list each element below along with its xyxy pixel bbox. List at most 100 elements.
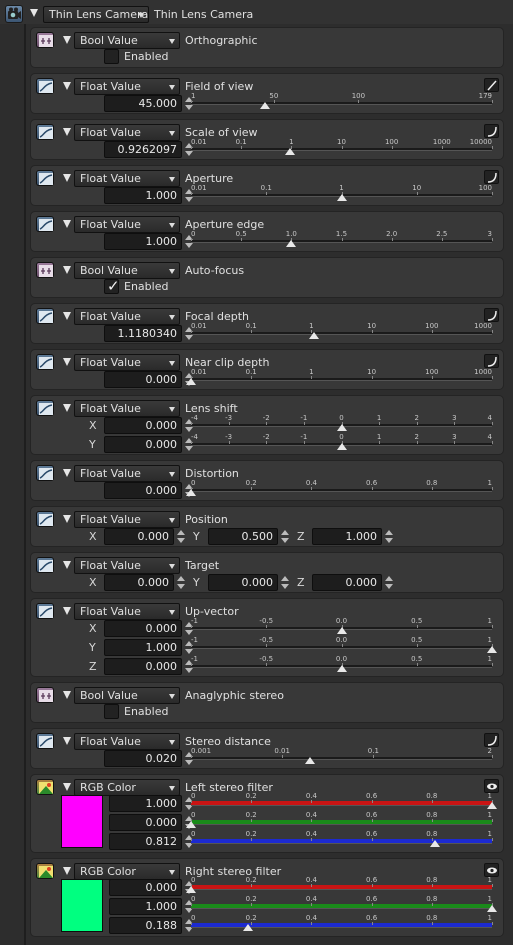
curve-icon[interactable] [484, 124, 499, 138]
value-field[interactable]: 0.000 [104, 436, 182, 453]
slider-thumb[interactable] [336, 665, 347, 672]
eye-icon[interactable] [484, 863, 499, 877]
slider-thumb[interactable] [284, 148, 295, 155]
value-type-dropdown[interactable]: Float Value [74, 78, 180, 95]
value-field[interactable]: 0.000 [208, 574, 278, 591]
value-slider[interactable]: 1 50 100 179 [191, 92, 493, 109]
value-type-dropdown[interactable]: Float Value [74, 465, 180, 482]
collapse-triangle-icon[interactable] [63, 783, 71, 791]
value-slider[interactable]: 0.01 0.1 1 10 100 [191, 184, 493, 201]
value-slider[interactable]: 0 0.2 0.4 0.6 0.8 1 [191, 895, 497, 912]
float-curve-icon[interactable] [36, 557, 54, 573]
collapse-triangle-icon[interactable] [63, 220, 71, 228]
value-field[interactable]: 1.000 [312, 528, 382, 545]
collapse-triangle-icon[interactable] [63, 515, 71, 523]
value-type-dropdown[interactable]: Float Value [74, 400, 180, 417]
value-slider[interactable]: -4 -3 -2 -1 0 1 2 3 4 [191, 414, 493, 431]
camera-type-dropdown[interactable]: Thin Lens Camera [43, 6, 149, 23]
slider-thumb[interactable] [336, 194, 347, 201]
collapse-triangle-icon[interactable] [63, 737, 71, 745]
collapse-triangle-icon[interactable] [63, 82, 71, 90]
collapse-triangle-icon[interactable] [63, 174, 71, 182]
slider-thumb[interactable] [242, 924, 253, 931]
value-field[interactable]: 1.000 [104, 639, 182, 656]
value-slider[interactable]: 0.01 0.1 1 10 100 1000 10000 [191, 138, 493, 155]
value-field[interactable]: 0.9262097 [104, 141, 182, 158]
value-field[interactable]: 0.000 [104, 417, 182, 434]
value-field[interactable]: 0.000 [104, 658, 182, 675]
color-channel-field[interactable]: 0.000 [109, 814, 182, 831]
value-slider[interactable]: 0 0.5 1.0 1.5 2.0 2.5 3 [191, 230, 493, 247]
value-field[interactable]: 0.020 [104, 750, 182, 767]
curve-icon[interactable] [484, 308, 499, 322]
bool-toggle-icon[interactable] [36, 262, 54, 278]
value-slider[interactable]: 0 0.2 0.4 0.6 0.8 1 [191, 914, 493, 931]
color-channel-field[interactable]: 0.188 [109, 917, 182, 934]
color-channel-field[interactable]: 0.812 [109, 833, 182, 850]
value-slider[interactable]: -1 -0.5 0.0 0.5 1 [191, 636, 497, 653]
curve-icon[interactable] [484, 733, 499, 747]
value-type-dropdown[interactable]: Float Value [74, 557, 180, 574]
color-channel-field[interactable]: 0.000 [109, 879, 182, 896]
collapse-triangle-icon[interactable] [63, 469, 71, 477]
slider-thumb[interactable] [186, 886, 196, 893]
value-slider[interactable]: 0.01 0.1 1 10 100 1000 [186, 368, 493, 385]
color-channel-field[interactable]: 1.000 [109, 898, 182, 915]
value-slider[interactable]: -1 -0.5 0.0 0.5 1 [191, 655, 493, 672]
spinner-arrows-icon[interactable] [177, 575, 185, 591]
collapse-triangle-icon[interactable] [63, 607, 71, 615]
collapse-triangle-icon[interactable] [63, 312, 71, 320]
value-field[interactable]: 0.000 [104, 528, 174, 545]
value-type-dropdown[interactable]: RGB Color [74, 779, 180, 796]
slider-thumb[interactable] [309, 332, 320, 339]
value-slider[interactable]: 0.001 0.01 0.1 2 [191, 747, 493, 764]
right-color-swatch[interactable] [61, 879, 103, 932]
value-field[interactable]: 0.000 [312, 574, 382, 591]
float-curve-icon[interactable] [36, 465, 54, 481]
value-slider[interactable]: 0 0.2 0.4 0.6 0.8 1 [191, 792, 497, 809]
value-type-dropdown[interactable]: Float Value [74, 170, 180, 187]
rgb-image-icon[interactable] [36, 779, 54, 795]
value-type-dropdown[interactable]: Bool Value [74, 687, 180, 704]
value-field[interactable]: 0.500 [208, 528, 278, 545]
value-field[interactable]: 1.000 [104, 187, 182, 204]
value-type-dropdown[interactable]: Float Value [74, 216, 180, 233]
float-curve-icon[interactable] [36, 603, 54, 619]
value-type-dropdown[interactable]: Float Value [74, 603, 180, 620]
value-type-dropdown[interactable]: Bool Value [74, 32, 180, 49]
slider-thumb[interactable] [260, 102, 271, 109]
collapse-triangle-icon[interactable] [63, 561, 71, 569]
value-type-dropdown[interactable]: Bool Value [74, 262, 180, 279]
float-curve-icon[interactable] [36, 511, 54, 527]
slider-thumb[interactable] [336, 424, 347, 431]
bool-toggle-icon[interactable] [36, 32, 54, 48]
float-curve-icon[interactable] [36, 216, 54, 232]
value-slider[interactable]: 0 0.2 0.4 0.6 0.8 1 [186, 811, 493, 828]
curve-icon[interactable] [484, 170, 499, 184]
collapse-triangle-icon[interactable] [63, 358, 71, 366]
collapse-triangle-icon[interactable] [63, 36, 71, 44]
value-field[interactable]: 0.000 [104, 371, 182, 388]
enabled-checkbox[interactable]: ✓ [104, 277, 120, 295]
rgb-image-icon[interactable] [36, 863, 54, 879]
value-field[interactable]: 45.000 [104, 95, 182, 112]
value-slider[interactable]: -4 -3 -2 -1 0 1 2 3 4 [191, 433, 493, 450]
slider-thumb[interactable] [186, 821, 196, 828]
value-type-dropdown[interactable]: Float Value [74, 733, 180, 750]
slider-thumb[interactable] [487, 646, 497, 653]
slider-thumb[interactable] [286, 240, 297, 247]
collapse-triangle-icon[interactable] [63, 266, 71, 274]
value-slider[interactable]: 0 0.2 0.4 0.6 0.8 1 [186, 479, 493, 496]
enabled-checkbox[interactable] [104, 704, 119, 719]
slider-thumb[interactable] [336, 443, 347, 450]
color-channel-field[interactable]: 1.000 [109, 795, 182, 812]
curve-icon[interactable] [484, 354, 499, 368]
left-color-swatch[interactable] [61, 795, 103, 848]
float-curve-icon[interactable] [36, 124, 54, 140]
float-curve-icon[interactable] [36, 354, 54, 370]
spinner-arrows-icon[interactable] [385, 575, 393, 591]
value-field[interactable]: 1.000 [104, 233, 182, 250]
line-icon[interactable] [484, 78, 499, 92]
float-curve-icon[interactable] [36, 733, 54, 749]
eye-icon[interactable] [484, 779, 499, 793]
